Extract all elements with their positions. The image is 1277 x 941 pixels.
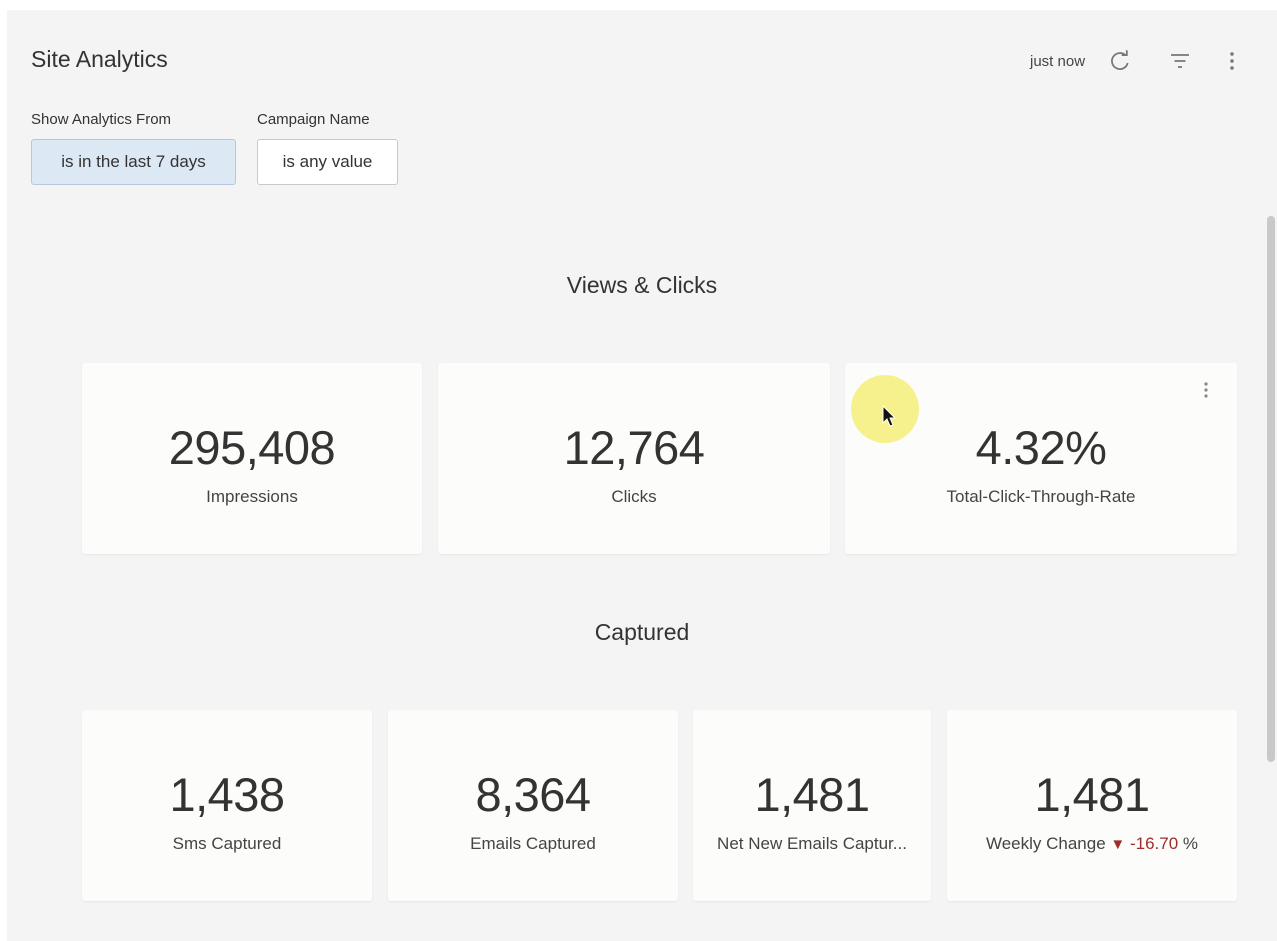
- metric-value: 1,438: [169, 768, 285, 821]
- filter-label-date: Show Analytics From: [31, 111, 172, 128]
- weekly-change-unit: %: [1182, 834, 1199, 853]
- metric-value: 12,764: [563, 421, 705, 474]
- section-title-views: Views & Clicks: [566, 272, 718, 298]
- metric-card-net-new-emails[interactable]: 1,481 Net New Emails Captur...: [693, 710, 931, 901]
- section-title-captured: Captured: [594, 619, 690, 645]
- page-title: Site Analytics: [31, 46, 168, 72]
- refresh-icon[interactable]: [1108, 49, 1132, 73]
- site-analytics-panel: Site Analytics just now Show Analytics F…: [7, 10, 1277, 941]
- metric-label: Sms Captured: [172, 834, 282, 853]
- metric-value: 1,481: [1034, 768, 1150, 821]
- last-updated: just now: [1030, 53, 1086, 70]
- metric-label: Clicks: [611, 487, 657, 506]
- card-menu-icon[interactable]: [1197, 380, 1215, 400]
- date-filter-button[interactable]: is in the last 7 days: [31, 139, 236, 185]
- filter-label-campaign: Campaign Name: [257, 111, 370, 128]
- metric-value: 295,408: [168, 421, 336, 474]
- metric-value: 1,481: [754, 768, 870, 821]
- metric-card-emails[interactable]: 8,364 Emails Captured: [388, 710, 678, 901]
- scrollbar[interactable]: [1267, 216, 1275, 762]
- metric-label: Total-Click-Through-Rate: [946, 487, 1136, 506]
- more-vert-icon[interactable]: [1220, 49, 1244, 73]
- triangle-down-icon: ▼: [1110, 836, 1126, 853]
- metric-value: 8,364: [475, 768, 591, 821]
- metric-label: Emails Captured: [470, 834, 596, 853]
- campaign-filter-button[interactable]: is any value: [257, 139, 398, 185]
- metric-card-sms[interactable]: 1,438 Sms Captured: [82, 710, 372, 901]
- mouse-cursor-icon: [882, 405, 897, 427]
- metric-card-weekly-change[interactable]: 1,481 Weekly Change ▼ -16.70 %: [947, 710, 1237, 901]
- metric-label: Weekly Change: [985, 834, 1106, 853]
- metric-card-clicks[interactable]: 12,764 Clicks: [438, 363, 830, 554]
- metric-label: Net New Emails Captur...: [717, 834, 907, 853]
- filter-icon[interactable]: [1168, 49, 1192, 73]
- weekly-change-value: -16.70: [1129, 834, 1179, 853]
- metric-label-row: Weekly Change ▼ -16.70 %: [947, 834, 1237, 854]
- metric-card-impressions[interactable]: 295,408 Impressions: [82, 363, 422, 554]
- metric-label: Impressions: [206, 487, 298, 506]
